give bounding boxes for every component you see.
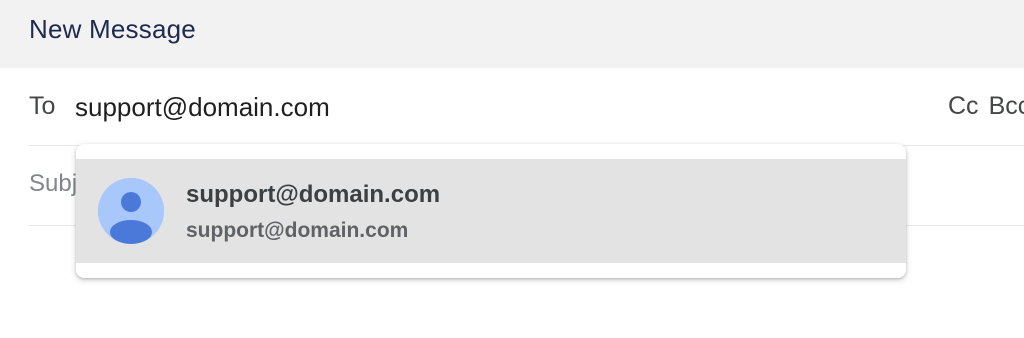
suggestion-email: support@domain.com: [186, 219, 409, 242]
suggestion-item[interactable]: support@domain.com support@domain.com: [76, 159, 906, 263]
cc-bcc-links: Cc Bcc: [948, 92, 1024, 121]
to-label: To: [29, 92, 56, 120]
suggestion-name: support@domain.com: [186, 181, 441, 208]
person-icon: [98, 178, 164, 244]
compose-header: New Message: [0, 0, 1024, 68]
to-row: To support@domain.com Cc Bcc: [29, 68, 1024, 146]
recipient-suggestions-dropdown: support@domain.com support@domain.com: [76, 144, 906, 278]
cc-button[interactable]: Cc: [948, 92, 979, 120]
bcc-button[interactable]: Bcc: [989, 92, 1024, 120]
to-input[interactable]: support@domain.com: [75, 92, 675, 123]
compose-title: New Message: [29, 14, 196, 44]
